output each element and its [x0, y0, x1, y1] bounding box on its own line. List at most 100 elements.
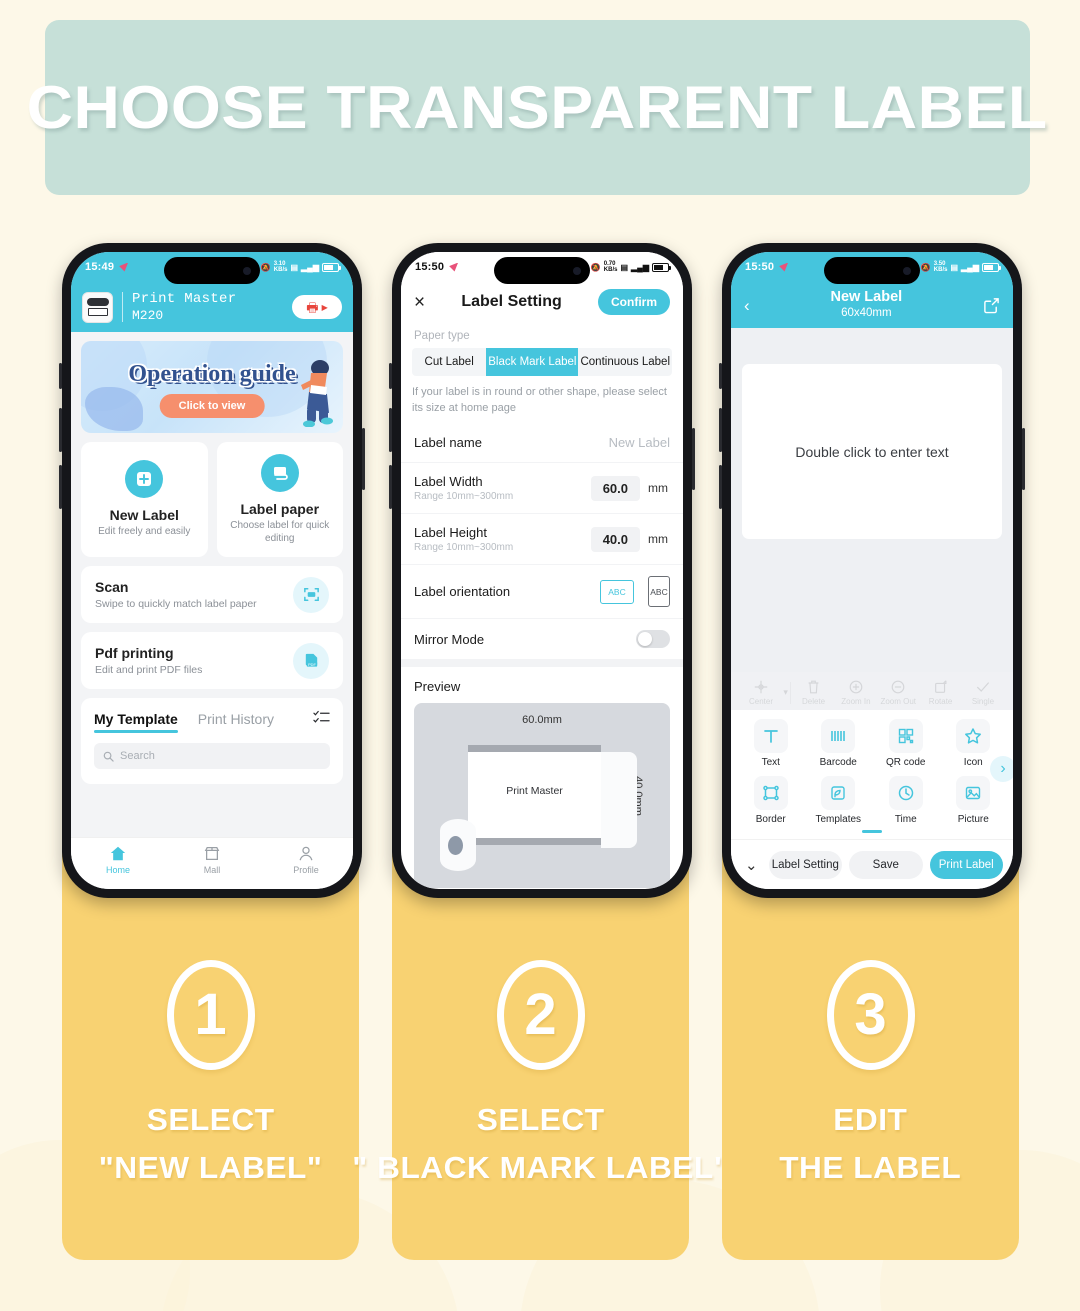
tool-barcode[interactable]: Barcode [805, 714, 873, 771]
tool-time[interactable]: Time [872, 771, 940, 828]
step-caption-line2: "NEW LABEL" [98, 1150, 323, 1186]
tool-grid-row: Text Barcode QR code Icon [737, 714, 1007, 771]
screen-title: Label Setting [461, 293, 562, 310]
store-icon [204, 847, 220, 860]
phone-notch [164, 257, 260, 284]
field-range: Range 10mm~300mm [414, 491, 514, 503]
tile-new-label[interactable]: New Label Edit freely and easily [81, 442, 208, 557]
tool-label: Rotate [928, 697, 953, 706]
tool-label: Text [761, 757, 780, 768]
step-number: 2 [524, 982, 557, 1047]
status-time: 15:50 [415, 261, 445, 273]
tile-subtitle: Edit freely and easily [98, 526, 191, 538]
tab-home[interactable]: Home [71, 845, 165, 875]
guide-view-button[interactable]: Click to view [159, 394, 265, 418]
home-icon [110, 846, 126, 861]
field-title: Label orientation [414, 584, 511, 600]
segment-black-mark-label[interactable]: Black Mark Label [486, 348, 579, 376]
confirm-button[interactable]: Confirm [598, 289, 670, 315]
status-bar: 15:50 ⏰ 🔕 0.70KB/s ▤ ▂▄▆ [401, 252, 683, 284]
orientation-vertical-option[interactable]: ABC [648, 576, 670, 608]
signal-icon: ▂▄▆ [301, 262, 319, 272]
sheet-drag-handle[interactable] [862, 830, 882, 833]
checklist-icon[interactable] [313, 710, 330, 734]
field-value: New Label [608, 435, 670, 451]
step-number: 1 [194, 982, 227, 1047]
share-icon[interactable] [983, 297, 1000, 314]
status-notification-icon [449, 262, 459, 272]
person-illustration [301, 360, 333, 427]
tile-title: New Label [109, 507, 179, 524]
operation-guide-banner[interactable]: Operation guide Click to view [81, 341, 343, 433]
tool-text[interactable]: Text [737, 714, 805, 771]
field-label-orientation: Label orientation ABC ABC [401, 565, 683, 620]
tool-single: Single [963, 679, 1003, 706]
page-title: CHOOSE TRANSPARENT LABEL [26, 74, 1049, 141]
label-setting-button[interactable]: Label Setting [768, 850, 843, 879]
tile-title: Label paper [240, 501, 320, 517]
paper-type-hint: If your label is in round or other shape… [412, 386, 667, 414]
tool-templates[interactable]: Templates [805, 771, 873, 828]
row-pdf-printing[interactable]: Pdf printing Edit and print PDF files PD… [81, 632, 343, 689]
phone1-screen: 15:49 ⏰ 🔕 3.10KB/s ▤ ▂▄▆ Print Master M2… [71, 252, 353, 889]
row-scan[interactable]: Scan Swipe to quickly match label paper [81, 566, 343, 623]
next-page-button[interactable]: › [990, 756, 1013, 782]
row-title: Scan [95, 579, 129, 595]
field-title: Label name [414, 435, 482, 451]
search-input[interactable]: Search [94, 743, 330, 769]
chevron-down-icon[interactable]: ⌄ [741, 856, 762, 874]
tool-label: Icon [963, 757, 983, 768]
field-label-height[interactable]: Label Height Range 10mm~300mm 40.0 mm [401, 514, 683, 566]
battery-icon [322, 262, 341, 272]
status-time: 15:50 [745, 261, 775, 273]
preview-paper: Print Master [468, 745, 601, 846]
front-camera [573, 266, 581, 275]
tab-profile[interactable]: Profile [259, 845, 353, 875]
width-input[interactable]: 60.0 [590, 475, 640, 501]
mirror-mode-toggle[interactable] [636, 630, 670, 649]
orientation-horizontal-option[interactable]: ABC [600, 579, 634, 604]
close-icon[interactable]: × [414, 293, 425, 312]
segment-continuous-label[interactable]: Continuous Label [578, 348, 672, 376]
phone-mockup-1: 15:49 ⏰ 🔕 3.10KB/s ▤ ▂▄▆ Print Master M2… [59, 243, 365, 898]
tab-print-history[interactable]: Print History [198, 711, 274, 733]
tab-mall[interactable]: Mall [165, 845, 259, 875]
segment-cut-label[interactable]: Cut Label [412, 348, 486, 376]
label-canvas[interactable]: Double click to enter text [742, 364, 1002, 539]
tool-label: Zoom In [841, 697, 871, 706]
printer-status-button[interactable]: 🖶 ▶ [292, 295, 342, 319]
field-label-name[interactable]: Label name New Label [401, 423, 683, 464]
step-caption-line1: SELECT [146, 1102, 275, 1137]
header-divider [122, 292, 123, 322]
tool-label: Templates [815, 814, 862, 825]
tool-qrcode[interactable]: QR code [872, 714, 940, 771]
tool-zoom-out: Zoom Out [878, 679, 918, 706]
paper-type-segmented-control: Cut Label Black Mark Label Continuous La… [412, 348, 672, 376]
status-icons: ⏰ 🔕 3.50KB/s ▤ ▂▄▆ [908, 261, 1001, 273]
step-caption-line2: THE LABEL [779, 1150, 962, 1186]
print-label-button[interactable]: Print Label [929, 850, 1003, 879]
pdf-icon: PDF [293, 642, 329, 679]
phone-notch [824, 257, 920, 284]
preview-roll [440, 819, 476, 872]
text-icon [753, 719, 788, 753]
device-model: M220 [132, 307, 164, 323]
scan-icon [293, 576, 329, 613]
status-notification-icon [779, 262, 789, 272]
signal-icon: ▂▄▆ [961, 262, 979, 272]
app-header: Print Master M220 🖶 ▶ [71, 282, 353, 332]
status-icons: ⏰ 🔕 0.70KB/s ▤ ▂▄▆ [578, 261, 671, 273]
tab-my-template[interactable]: My Template [94, 711, 178, 733]
chevron-right-icon: ▶ [321, 302, 328, 312]
label-roll-icon [260, 454, 299, 492]
tile-label-paper[interactable]: Label paper Choose label for quick editi… [216, 442, 343, 557]
front-camera [243, 266, 251, 275]
height-input[interactable]: 40.0 [590, 526, 640, 552]
status-notification-icon [119, 262, 129, 272]
tool-grid: Text Barcode QR code Icon Border Templat… [731, 710, 1013, 839]
quick-action-tiles: New Label Edit freely and easily Label p… [71, 433, 353, 557]
tool-border[interactable]: Border [737, 771, 805, 828]
save-button[interactable]: Save [849, 850, 923, 879]
battery-icon [652, 262, 671, 272]
field-label-width[interactable]: Label Width Range 10mm~300mm 60.0 mm [401, 463, 683, 515]
